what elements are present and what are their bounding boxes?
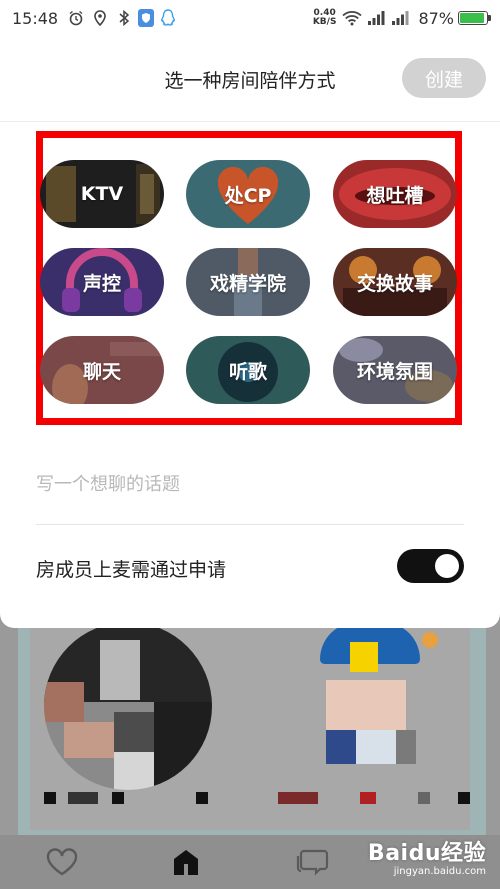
status-right-group: 0.40 KB/S 87% xyxy=(313,8,491,28)
username-pixel xyxy=(458,792,470,804)
mode-chip-exchange-stories[interactable]: 交换故事 xyxy=(333,248,457,316)
net-speed-indicator: 0.40 KB/S xyxy=(313,9,337,27)
username-pixel xyxy=(68,792,98,804)
signal-icon xyxy=(366,8,386,28)
topic-input[interactable] xyxy=(36,466,464,502)
create-button[interactable]: 创建 xyxy=(402,58,486,98)
heart-icon[interactable] xyxy=(44,845,80,879)
toggle-knob xyxy=(435,554,459,578)
signal-icon xyxy=(390,8,410,28)
mode-chip-label: 环境氛围 xyxy=(356,360,433,383)
watermark: Baidu经验 jingyan.baidu.com xyxy=(368,842,486,878)
avatar[interactable] xyxy=(44,622,212,790)
avatar-pixel xyxy=(114,712,154,752)
battery-icon xyxy=(458,11,491,25)
chat-icon[interactable] xyxy=(294,845,330,879)
avatar-pixel xyxy=(396,730,416,764)
avatar-pixel xyxy=(326,730,356,764)
avatar-pixel xyxy=(154,702,212,790)
mode-chip-label: 想吐槽 xyxy=(366,184,424,207)
shield-icon xyxy=(138,9,155,27)
mode-chip-label: 聊天 xyxy=(82,360,121,383)
watermark-brand: Baidu经验 xyxy=(367,841,486,866)
status-bar: 15:48 0.40 KB/S 87% xyxy=(0,0,500,36)
username-pixel xyxy=(112,792,124,804)
approval-label: 房成员上麦需通过申请 xyxy=(36,559,227,581)
mode-chip-cp[interactable]: 处CP xyxy=(186,160,310,228)
room-mode-sheet: 选一种房间陪伴方式 创建 KTV 处CP 想吐槽 声控 戏精学院 交换故事 聊天… xyxy=(0,36,500,628)
mode-chip-listen-music[interactable]: 听歌 xyxy=(186,336,310,404)
location-icon xyxy=(90,8,110,28)
username-pixel xyxy=(278,792,318,804)
battery-level xyxy=(460,13,485,23)
avatar-hat-badge xyxy=(350,642,378,672)
divider xyxy=(36,524,464,525)
avatar-pixel xyxy=(356,730,396,764)
avatar[interactable] xyxy=(290,622,440,790)
avatar-phone xyxy=(100,640,140,700)
mode-chip-label: 听歌 xyxy=(228,360,267,383)
mode-chip-label: 戏精学院 xyxy=(209,272,286,295)
username-pixel xyxy=(196,792,208,804)
mode-chip-label: 声控 xyxy=(82,272,121,295)
home-icon[interactable] xyxy=(168,845,204,879)
mode-chip-ambience[interactable]: 环境氛围 xyxy=(333,336,457,404)
avatar-pixel xyxy=(114,752,154,790)
status-time: 15:48 xyxy=(12,8,59,28)
wifi-icon xyxy=(342,8,363,28)
username-pixel xyxy=(418,792,430,804)
username-pixel xyxy=(44,792,56,804)
net-speed-unit: KB/S xyxy=(312,17,337,27)
mode-chip-label: 处CP xyxy=(224,184,272,207)
alarm-icon xyxy=(66,8,86,28)
mode-chip-ktv[interactable]: KTV xyxy=(40,160,164,228)
bluetooth-icon xyxy=(114,8,134,28)
mode-chip-label: 交换故事 xyxy=(356,272,433,295)
flower-decoration xyxy=(422,632,438,648)
qq-icon xyxy=(158,8,178,28)
avatar-pixel xyxy=(44,682,84,722)
mode-chip-label: KTV xyxy=(80,183,124,205)
mode-chip-drama-academy[interactable]: 戏精学院 xyxy=(186,248,310,316)
battery-percent: 87% xyxy=(418,8,454,28)
mode-chip-voice[interactable]: 声控 xyxy=(40,248,164,316)
username-pixel xyxy=(360,792,376,804)
mode-chip-chat[interactable]: 聊天 xyxy=(40,336,164,404)
mode-chip-rant[interactable]: 想吐槽 xyxy=(333,160,457,228)
sheet-header: 选一种房间陪伴方式 创建 xyxy=(0,36,500,122)
avatar-face xyxy=(326,680,406,730)
avatar-pixel xyxy=(64,722,114,758)
watermark-url: jingyan.baidu.com xyxy=(393,866,486,877)
approval-toggle[interactable] xyxy=(397,549,464,583)
